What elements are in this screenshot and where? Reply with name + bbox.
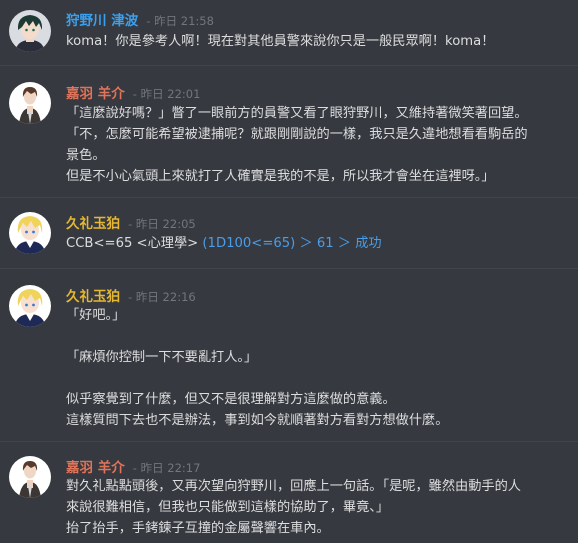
message-line: 「不，怎麼可能希望被逮捕呢？就跟剛剛說的一樣，我只是久違地想看看駒岳的 — [66, 127, 528, 142]
dice-roll-line: CCB<=65 <心理學> (1D100<=65) ＞ 61 ＞ 成功 — [66, 233, 572, 254]
message-divider — [0, 197, 578, 198]
message-header: 狩野川 津波 - 昨日 21:58 — [66, 9, 214, 29]
message-line: koma！你是參考人啊！現在對其他員警來說你只是一般民眾啊！koma！ — [66, 34, 495, 49]
avatar[interactable] — [9, 212, 51, 254]
message-line: 來說很難相信，但我也只能做到這樣的協助了，畢竟、」 — [66, 500, 390, 515]
message-body: 「這麼說好嗎？」瞥了一眼前方的員警又看了眼狩野川，又維持著微笑著回望。 「不，怎… — [66, 103, 572, 187]
author-name[interactable]: 久礼玉狛 — [66, 216, 120, 232]
author-name[interactable]: 嘉羽 羊介 — [66, 460, 125, 476]
message-divider — [0, 65, 578, 66]
message-divider — [0, 441, 578, 442]
message-header: 久礼玉狛 - 昨日 22:16 — [66, 285, 196, 305]
blonde-character-avatar-icon — [9, 285, 51, 327]
message-header: 久礼玉狛 - 昨日 22:05 — [66, 212, 196, 232]
roll-command: CCB<=65 <心理學> — [66, 236, 199, 251]
message-line: 「這麼說好嗎？」瞥了一眼前方的員警又看了眼狩野川，又維持著微笑著回望。 — [66, 106, 528, 121]
message-body: CCB<=65 <心理學> (1D100<=65) ＞ 61 ＞ 成功 — [66, 233, 572, 254]
avatar[interactable] — [9, 10, 51, 52]
brown-haired-character-avatar-icon — [9, 456, 51, 498]
message-divider — [0, 268, 578, 269]
message-body: 對久礼點點頭後，又再次望向狩野川，回應上一句話。「是呢，雖然由動手的人 來說很難… — [66, 476, 572, 539]
avatar[interactable] — [9, 456, 51, 498]
avatar[interactable] — [9, 285, 51, 327]
message-line: 對久礼點點頭後，又再次望向狩野川，回應上一句話。「是呢，雖然由動手的人 — [66, 479, 521, 494]
timestamp: - 昨日 22:05 — [128, 217, 196, 231]
roll-result: (1D100<=65) ＞ 61 ＞ 成功 — [202, 236, 382, 251]
message-line: 「麻煩你控制一下不要亂打人。」 — [66, 350, 258, 365]
dark-haired-character-avatar-icon — [9, 10, 51, 52]
message-header: 嘉羽 羊介 - 昨日 22:01 — [66, 82, 200, 102]
blonde-character-avatar-icon — [9, 212, 51, 254]
timestamp: - 昨日 22:16 — [128, 290, 196, 304]
avatar[interactable] — [9, 82, 51, 124]
author-name[interactable]: 嘉羽 羊介 — [66, 86, 125, 102]
author-name[interactable]: 久礼玉狛 — [66, 289, 120, 305]
message-line: 但是不小心氣頭上來就打了人確實是我的不是，所以我才會坐在這裡呀。」 — [66, 169, 495, 184]
author-name[interactable]: 狩野川 津波 — [66, 13, 138, 29]
message-header: 嘉羽 羊介 - 昨日 22:17 — [66, 456, 200, 476]
message-line: 「好吧。」 — [66, 308, 126, 323]
brown-haired-character-avatar-icon — [9, 82, 51, 124]
message-line: 抬了抬手，手銬鍊子互撞的金屬聲響在車內。 — [66, 521, 330, 536]
timestamp: - 昨日 21:58 — [146, 14, 214, 28]
message-body: 「好吧。」 「麻煩你控制一下不要亂打人。」 似乎察覺到了什麼，但又不是很理解對方… — [66, 305, 572, 431]
message-line: 這樣質問下去也不是辦法，事到如今就順著對方看對方想做什麼。 — [66, 413, 449, 428]
message-line: 似乎察覺到了什麼，但又不是很理解對方這麼做的意義。 — [66, 392, 396, 407]
message-body: koma！你是參考人啊！現在對其他員警來說你只是一般民眾啊！koma！ — [66, 31, 572, 52]
timestamp: - 昨日 22:17 — [132, 461, 201, 475]
timestamp: - 昨日 22:01 — [132, 87, 201, 101]
message-line: 景色。 — [66, 148, 106, 163]
